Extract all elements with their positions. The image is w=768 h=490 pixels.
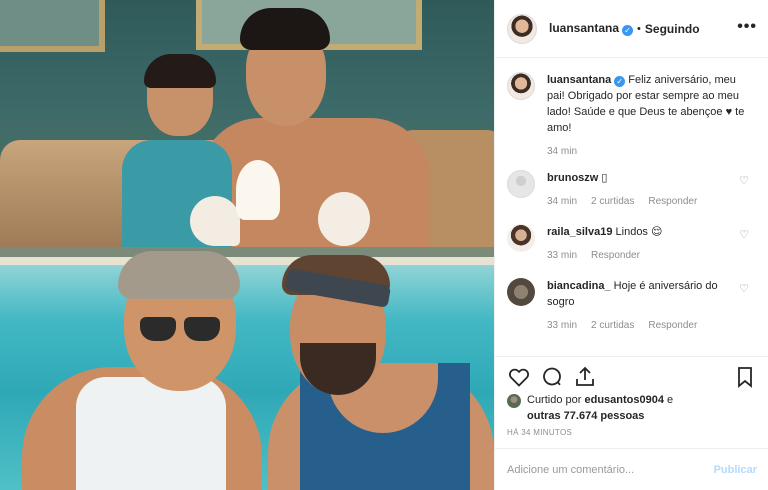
- post-header: luansantana ✓ • Seguindo •••: [495, 0, 768, 58]
- flower-decoration: [190, 196, 240, 246]
- reply-button[interactable]: Responder: [591, 248, 640, 264]
- wall-frame-left: [0, 0, 105, 52]
- separator-dot: •: [637, 22, 641, 35]
- comment-likes[interactable]: 2 curtidas: [591, 318, 634, 334]
- reply-button[interactable]: Responder: [648, 318, 697, 334]
- comment-time[interactable]: 34 min: [547, 194, 577, 210]
- commenter-username[interactable]: brunoszw: [547, 172, 598, 184]
- comment-bubble-icon[interactable]: [540, 365, 564, 389]
- flower-decoration: [236, 160, 280, 220]
- beach-photo: [0, 247, 494, 490]
- comment-likes[interactable]: 2 curtidas: [591, 194, 634, 210]
- post-image[interactable]: [0, 0, 494, 490]
- author-avatar[interactable]: [507, 13, 537, 44]
- boy-hair: [144, 54, 216, 88]
- comment-like-heart-icon[interactable]: ♡: [739, 174, 749, 187]
- verified-badge-icon: ✓: [622, 25, 634, 36]
- caption-username[interactable]: luansantana ✓: [547, 74, 626, 87]
- likes-summary: Curtido por edusantos0904 e outras 77.67…: [507, 392, 763, 424]
- likes-joiner: e: [667, 394, 674, 406]
- commenter-avatar[interactable]: [507, 170, 535, 198]
- author-avatar[interactable]: [507, 72, 535, 100]
- comment-item: raila_silva19 Lindos 😌 33 min Responder …: [507, 224, 757, 264]
- publish-button[interactable]: Publicar: [714, 464, 757, 476]
- follow-button[interactable]: Seguindo: [645, 22, 700, 36]
- sand-strip: [0, 257, 494, 265]
- add-comment-bar: Publicar: [495, 448, 768, 490]
- comment-meta: 33 min 2 curtidas Responder: [547, 318, 747, 334]
- comment-meta: 34 min 2 curtidas Responder: [547, 194, 747, 210]
- comments-list[interactable]: luansantana ✓ Feliz aniversário, meu pai!…: [495, 58, 768, 356]
- father-hair: [240, 8, 330, 50]
- comment-item: biancadina_ Hoje é aniversário do sogro …: [507, 278, 757, 334]
- commenter-avatar[interactable]: [507, 224, 535, 252]
- comment-text: ▯: [601, 172, 608, 184]
- commenter-username[interactable]: biancadina_: [547, 280, 611, 292]
- liker-username[interactable]: edusantos0904: [584, 394, 663, 406]
- like-heart-icon[interactable]: [507, 365, 531, 389]
- action-bar: [495, 356, 768, 396]
- likes-count[interactable]: outras 77.674 pessoas: [527, 410, 644, 422]
- liker-avatar[interactable]: [507, 394, 521, 408]
- comment-like-heart-icon[interactable]: ♡: [739, 228, 749, 241]
- comment-time[interactable]: 33 min: [547, 318, 577, 334]
- white-tank-top: [76, 377, 226, 490]
- more-dots-icon[interactable]: •••: [737, 18, 757, 36]
- reply-button[interactable]: Responder: [648, 194, 697, 210]
- verified-badge-icon: ✓: [614, 76, 626, 87]
- post-timestamp[interactable]: HÁ 34 MINUTOS: [507, 428, 572, 437]
- share-icon[interactable]: [573, 365, 597, 389]
- sunglasses: [140, 317, 222, 343]
- likes-prefix: Curtido por: [527, 394, 582, 406]
- father-hair: [118, 251, 240, 299]
- post-sidebar: luansantana ✓ • Seguindo ••• luansantana ✓…: [494, 0, 768, 490]
- caption: luansantana ✓ Feliz aniversário, meu pai!…: [507, 72, 757, 160]
- comment-meta: 33 min Responder: [547, 248, 747, 264]
- bookmark-icon[interactable]: [733, 365, 757, 389]
- caption-meta: 34 min: [547, 144, 747, 160]
- caption-time[interactable]: 34 min: [547, 144, 577, 160]
- flower-decoration: [318, 192, 370, 246]
- comment-item: brunoszw ▯ 34 min 2 curtidas Responder ♡: [507, 170, 757, 210]
- comment-input[interactable]: [507, 463, 714, 476]
- comment-like-heart-icon[interactable]: ♡: [739, 282, 749, 295]
- caption-username-text[interactable]: luansantana: [547, 74, 611, 86]
- author-username-text[interactable]: luansantana: [549, 21, 619, 35]
- commenter-avatar[interactable]: [507, 278, 535, 306]
- commenter-username[interactable]: raila_silva19: [547, 226, 612, 238]
- instagram-post: luansantana ✓ • Seguindo ••• luansantana ✓…: [0, 0, 768, 490]
- author-username[interactable]: luansantana ✓: [549, 21, 634, 36]
- childhood-photo: [0, 0, 494, 247]
- comment-text: Lindos 😌: [615, 226, 663, 238]
- comment-time[interactable]: 33 min: [547, 248, 577, 264]
